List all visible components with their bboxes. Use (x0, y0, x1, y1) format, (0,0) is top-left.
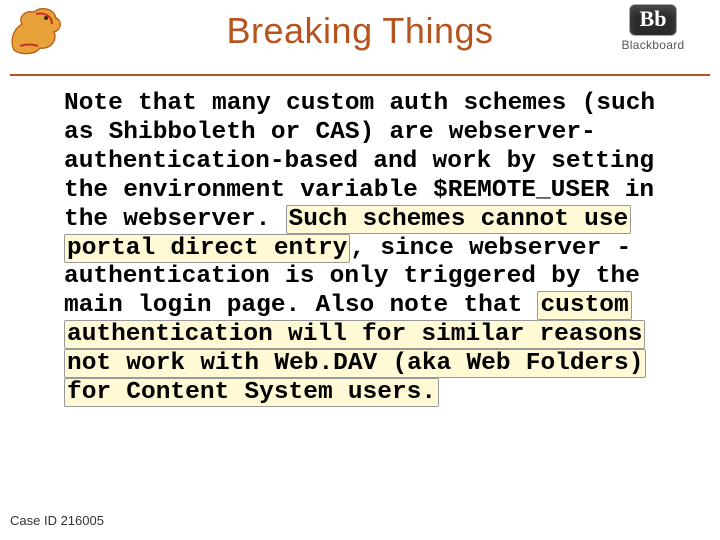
slide-body: Note that many custom auth schemes (such… (0, 76, 720, 408)
footer-case-id: Case ID 216005 (10, 513, 104, 528)
note-paragraph: Note that many custom auth schemes (such… (64, 90, 676, 408)
brand-name: Blackboard (598, 38, 708, 52)
slide-header: Breaking Things Bb Blackboard (0, 0, 720, 72)
slide: Breaking Things Bb Blackboard Note that … (0, 0, 720, 540)
griffin-logo (6, 4, 66, 58)
brand-logo: Bb Blackboard (598, 4, 708, 52)
brand-mark: Bb (629, 4, 678, 36)
